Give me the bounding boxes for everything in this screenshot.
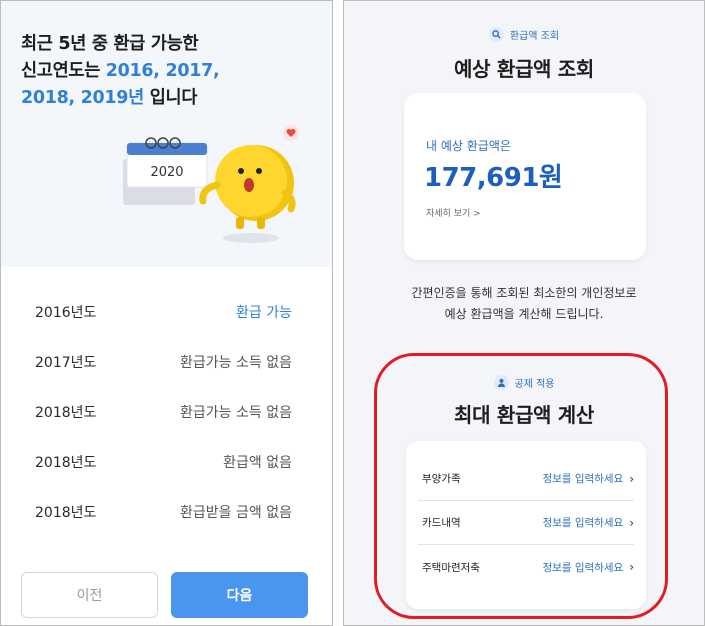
enter-info-link[interactable]: 정보를 입력하세요 — [543, 515, 624, 530]
search-icon — [488, 27, 504, 42]
refund-check-title: 예상 환급액 조회 — [453, 57, 595, 81]
year-status: 환급가능 소득 없음 — [180, 355, 292, 371]
refund-card: 내 예상 환급액은 177,691원 자세히 보기 > — [404, 93, 646, 260]
row-label: 부양가족 — [422, 473, 461, 485]
year-label: 2018년도 — [35, 405, 97, 421]
hero-title-line1: 최근 5년 중 환급 가능한 — [21, 34, 199, 54]
max-refund-title: 최대 환급액 계산 — [453, 403, 595, 427]
row-label: 주택마련저축 — [422, 561, 480, 574]
refund-year-list: 2016년도 환급 가능 2017년도 환급가능 소득 없음 2018년도 환급… — [1, 287, 332, 537]
form-row-card-history[interactable]: 카드내역 정보를 입력하세요 › — [418, 501, 634, 545]
hero-title: 최근 5년 중 환급 가능한 신고연도는 2016, 2017, 2018, 2… — [21, 31, 321, 112]
year-status: 환급받을 금액 없음 — [180, 505, 292, 521]
year-status: 환급가능 소득 없음 — [180, 405, 292, 421]
user-icon — [493, 375, 509, 390]
list-item: 2016년도 환급 가능 — [1, 287, 332, 337]
description: 간편인증을 통해 조회된 최소한의 개인정보로 예상 환급액을 계산해 드립니다… — [344, 283, 704, 325]
deduction-form-card: 부양가족 정보를 입력하세요 › 카드내역 정보를 입력하세요 › 주택마련저축 정… — [406, 441, 646, 609]
refund-label: 내 예상 환급액은 — [426, 139, 511, 153]
description-line1: 간편인증을 통해 조회된 최소한의 개인정보로 — [411, 286, 637, 300]
year-status: 환급액 없음 — [223, 455, 292, 471]
next-button[interactable]: 다음 — [171, 572, 308, 618]
chevron-right-icon: › — [629, 471, 634, 486]
form-row-dependents[interactable]: 부양가족 정보를 입력하세요 › — [418, 457, 634, 501]
hero-years-1: 2016, 2017, — [105, 61, 220, 81]
heart-icon — [283, 125, 299, 141]
hero-title-line2: 신고연도는 — [21, 61, 106, 81]
row-label: 카드내역 — [422, 517, 461, 529]
refund-check-tag-label: 환급액 조회 — [509, 31, 560, 42]
year-label: 2018년도 — [35, 505, 97, 521]
hero-title-suffix: 입니다 — [143, 88, 198, 108]
enter-info-link[interactable]: 정보를 입력하세요 — [543, 560, 624, 575]
chevron-right-icon: › — [629, 560, 634, 574]
list-item: 2017년도 환급가능 소득 없음 — [1, 337, 332, 387]
year-status: 환급 가능 — [236, 305, 292, 321]
year-label: 2016년도 — [35, 305, 97, 321]
form-row-housing-savings[interactable]: 주택마련저축 정보를 입력하세요 › — [418, 545, 634, 589]
description-line2: 예상 환급액을 계산해 드립니다. — [444, 307, 604, 321]
deduction-tag: 공제 적용 — [344, 375, 704, 390]
deduction-tag-label: 공제 적용 — [514, 379, 555, 390]
refund-year-panel: 최근 5년 중 환급 가능한 신고연도는 2016, 2017, 2018, 2… — [0, 0, 333, 626]
hero-years-2: 2018, 2019년 — [21, 88, 144, 108]
calendar-icon: 2020 — [123, 137, 208, 205]
chevron-right-icon: › — [629, 515, 634, 530]
list-item: 2018년도 환급액 없음 — [1, 437, 332, 487]
list-item: 2018년도 환급가능 소득 없음 — [1, 387, 332, 437]
detail-link[interactable]: 자세히 보기 > — [426, 206, 481, 219]
calendar-coin-illustration: 2020 — [123, 125, 299, 243]
list-item: 2018년도 환급받을 금액 없음 — [1, 487, 332, 537]
year-label: 2018년도 — [35, 455, 97, 471]
calendar-year: 2020 — [150, 165, 183, 180]
refund-check-panel: 환급액 조회 예상 환급액 조회 내 예상 환급액은 177,691원 자세히 … — [343, 0, 705, 626]
year-label: 2017년도 — [35, 355, 97, 371]
coin-character-icon — [199, 145, 296, 243]
refund-amount: 177,691원 — [424, 163, 563, 193]
hero-section: 최근 5년 중 환급 가능한 신고연도는 2016, 2017, 2018, 2… — [1, 1, 332, 267]
enter-info-link[interactable]: 정보를 입력하세요 — [543, 471, 624, 486]
prev-button[interactable]: 이전 — [21, 572, 158, 618]
refund-check-tag: 환급액 조회 — [344, 27, 704, 42]
